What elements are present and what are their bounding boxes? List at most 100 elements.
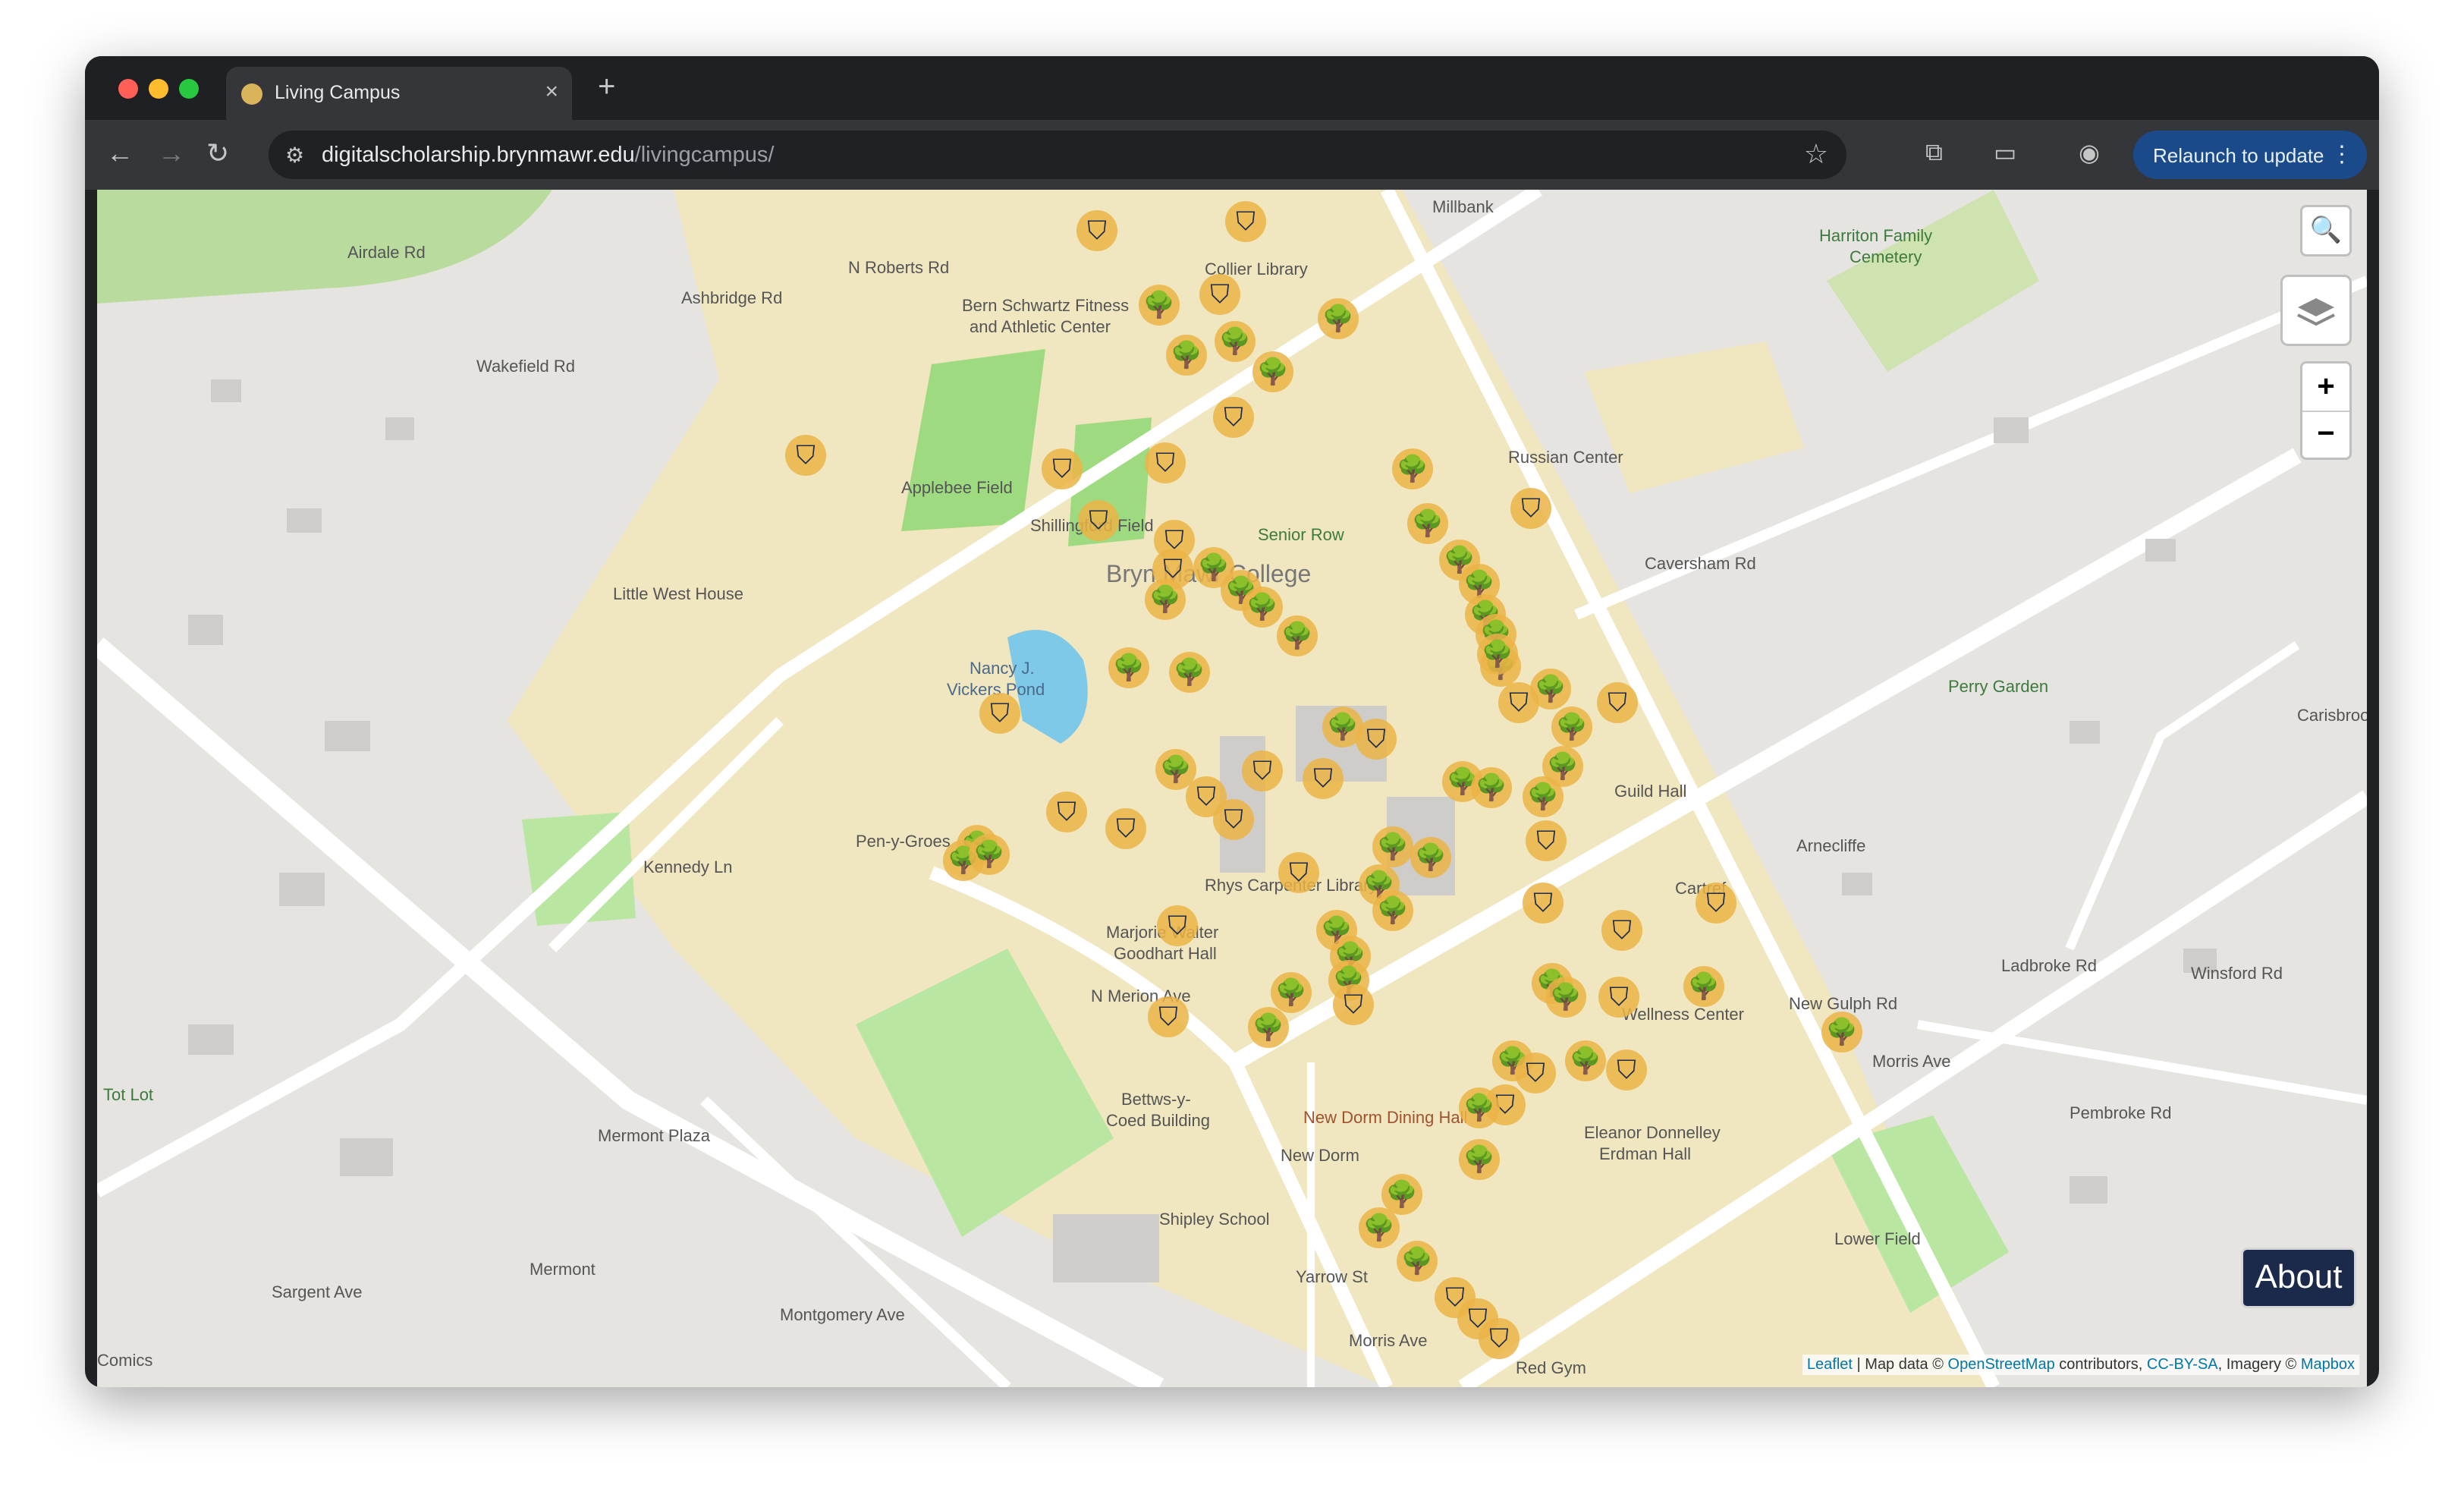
- lamp-marker[interactable]: ⛉: [1510, 488, 1551, 529]
- lamp-icon: ⛉: [1509, 688, 1529, 717]
- extensions-icon[interactable]: ⧉: [1925, 138, 1943, 167]
- map-label: Pembroke Rd: [2070, 1103, 2172, 1122]
- zoom-out-button[interactable]: −: [2302, 411, 2349, 458]
- lamp-marker[interactable]: ⛉: [1242, 750, 1283, 791]
- map-label: Bettws-y-: [1121, 1090, 1191, 1109]
- about-button[interactable]: About: [2241, 1248, 2356, 1308]
- reload-button[interactable]: ↻: [206, 137, 229, 170]
- tree-icon: 🌳: [1112, 653, 1146, 682]
- lamp-marker[interactable]: ⛉: [1526, 820, 1567, 861]
- close-window-button[interactable]: [118, 79, 138, 99]
- bookmark-star-icon[interactable]: ☆: [1804, 138, 1828, 170]
- map-label: Perry Garden: [1948, 677, 2049, 696]
- tab-living-campus[interactable]: Living Campus ×: [226, 67, 572, 120]
- lamp-marker[interactable]: ⛉: [1042, 448, 1083, 489]
- mapbox-link[interactable]: Mapbox: [2301, 1356, 2355, 1373]
- map-search-button[interactable]: 🔍: [2300, 205, 2352, 256]
- lamp-marker[interactable]: ⛉: [1333, 984, 1374, 1025]
- lamp-marker[interactable]: ⛉: [1606, 1049, 1647, 1090]
- lamp-icon: ⛉: [1608, 688, 1627, 717]
- lamp-marker[interactable]: ⛉: [1498, 682, 1539, 723]
- new-tab-button[interactable]: +: [598, 71, 615, 102]
- tree-marker[interactable]: 🌳: [1277, 615, 1318, 656]
- layers-button[interactable]: [2280, 275, 2352, 346]
- lamp-marker[interactable]: ⛉: [1303, 758, 1344, 799]
- map-label: Erdman Hall: [1599, 1144, 1692, 1163]
- back-button[interactable]: ←: [106, 137, 134, 170]
- tree-marker[interactable]: 🌳: [1410, 837, 1451, 878]
- tree-marker[interactable]: 🌳: [1459, 1139, 1500, 1180]
- lamp-marker[interactable]: ⛉: [1479, 1318, 1520, 1359]
- minimize-window-button[interactable]: [149, 79, 168, 99]
- lamp-marker[interactable]: ⛉: [1213, 397, 1254, 438]
- site-info-icon[interactable]: ⚙: [285, 143, 304, 168]
- lamp-marker[interactable]: ⛉: [1598, 977, 1639, 1018]
- lamp-marker[interactable]: ⛉: [1213, 799, 1254, 840]
- relaunch-to-update-button[interactable]: Relaunch to update ⋮: [2133, 131, 2367, 179]
- lamp-marker[interactable]: ⛉: [1157, 905, 1198, 946]
- lamp-marker[interactable]: ⛉: [1145, 442, 1186, 483]
- map-label: Caversham Rd: [1645, 554, 1756, 573]
- tree-marker[interactable]: 🌳: [1683, 966, 1724, 1007]
- zoom-in-button[interactable]: +: [2302, 363, 2349, 412]
- tree-marker[interactable]: 🌳: [1215, 321, 1256, 362]
- license-link[interactable]: CC-BY-SA: [2147, 1356, 2218, 1373]
- lamp-marker[interactable]: ⛉: [1601, 910, 1642, 951]
- osm-link[interactable]: OpenStreetMap: [1948, 1356, 2055, 1373]
- map-label: Russian Center: [1508, 448, 1623, 467]
- tree-marker[interactable]: 🌳: [1477, 634, 1518, 675]
- lamp-marker[interactable]: ⛉: [1696, 883, 1736, 924]
- lamp-icon: ⛉: [1052, 455, 1072, 483]
- lamp-marker[interactable]: ⛉: [1078, 500, 1119, 541]
- tree-marker[interactable]: 🌳: [969, 834, 1010, 875]
- url-host: digitalscholarship.brynmawr.edu: [322, 143, 635, 167]
- tree-marker[interactable]: 🌳: [1372, 826, 1413, 867]
- forward-button[interactable]: →: [158, 137, 185, 170]
- tree-marker[interactable]: 🌳: [1392, 448, 1433, 489]
- tree-marker[interactable]: 🌳: [1523, 776, 1564, 817]
- tree-marker[interactable]: 🌳: [1459, 1087, 1500, 1128]
- cast-icon[interactable]: ▭: [1994, 138, 2016, 167]
- tree-marker[interactable]: 🌳: [1169, 652, 1210, 693]
- lamp-marker[interactable]: ⛉: [1278, 852, 1319, 893]
- tree-marker[interactable]: 🌳: [1821, 1012, 1862, 1053]
- lamp-marker[interactable]: ⛉: [1225, 201, 1266, 242]
- tree-marker[interactable]: 🌳: [1359, 1207, 1400, 1248]
- tree-marker[interactable]: 🌳: [1565, 1040, 1606, 1081]
- lamp-marker[interactable]: ⛉: [1148, 996, 1189, 1037]
- lamp-marker[interactable]: ⛉: [1356, 719, 1397, 760]
- lamp-marker[interactable]: ⛉: [1105, 808, 1146, 849]
- maximize-window-button[interactable]: [179, 79, 199, 99]
- tab-close-icon[interactable]: ×: [545, 79, 558, 105]
- tree-marker[interactable]: 🌳: [1252, 351, 1293, 392]
- lamp-marker[interactable]: ⛉: [979, 693, 1020, 734]
- tree-marker[interactable]: 🌳: [1471, 767, 1512, 808]
- tree-marker[interactable]: 🌳: [1397, 1241, 1438, 1282]
- address-bar[interactable]: ⚙ digitalscholarship.brynmawr.edu/living…: [269, 131, 1846, 179]
- tree-marker[interactable]: 🌳: [1166, 335, 1207, 376]
- tree-marker[interactable]: 🌳: [1139, 285, 1180, 326]
- campus-map[interactable]: Airdale Rd N Roberts Rd Ashbridge Rd Wak…: [97, 190, 2367, 1387]
- lamp-marker[interactable]: ⛉: [1076, 210, 1117, 251]
- lamp-marker[interactable]: ⛉: [1597, 682, 1638, 723]
- tree-marker[interactable]: 🌳: [1145, 579, 1186, 620]
- tree-marker[interactable]: 🌳: [1248, 1007, 1289, 1048]
- lamp-marker[interactable]: ⛉: [1199, 274, 1240, 315]
- lamp-marker[interactable]: ⛉: [1523, 883, 1564, 924]
- menu-icon[interactable]: ⋮: [2330, 141, 2353, 168]
- tree-marker[interactable]: 🌳: [1372, 890, 1413, 931]
- map-label: Senior Row: [1258, 525, 1344, 544]
- lamp-marker[interactable]: ⛉: [785, 435, 826, 476]
- tree-marker[interactable]: 🌳: [1545, 977, 1586, 1018]
- leaflet-link[interactable]: Leaflet: [1807, 1356, 1853, 1373]
- map-label: Harriton Family: [1819, 226, 1933, 245]
- profile-icon[interactable]: ◉: [2079, 138, 2100, 167]
- tree-marker[interactable]: 🌳: [1108, 647, 1149, 688]
- attribution-text: , Imagery ©: [2217, 1356, 2301, 1373]
- map-label: Wakefield Rd: [476, 357, 576, 376]
- url-text: digitalscholarship.brynmawr.edu/livingca…: [322, 143, 774, 168]
- tree-marker[interactable]: 🌳: [1407, 503, 1448, 544]
- lamp-marker[interactable]: ⛉: [1046, 791, 1087, 832]
- tree-marker[interactable]: 🌳: [1551, 706, 1592, 747]
- tree-marker[interactable]: 🌳: [1318, 298, 1359, 339]
